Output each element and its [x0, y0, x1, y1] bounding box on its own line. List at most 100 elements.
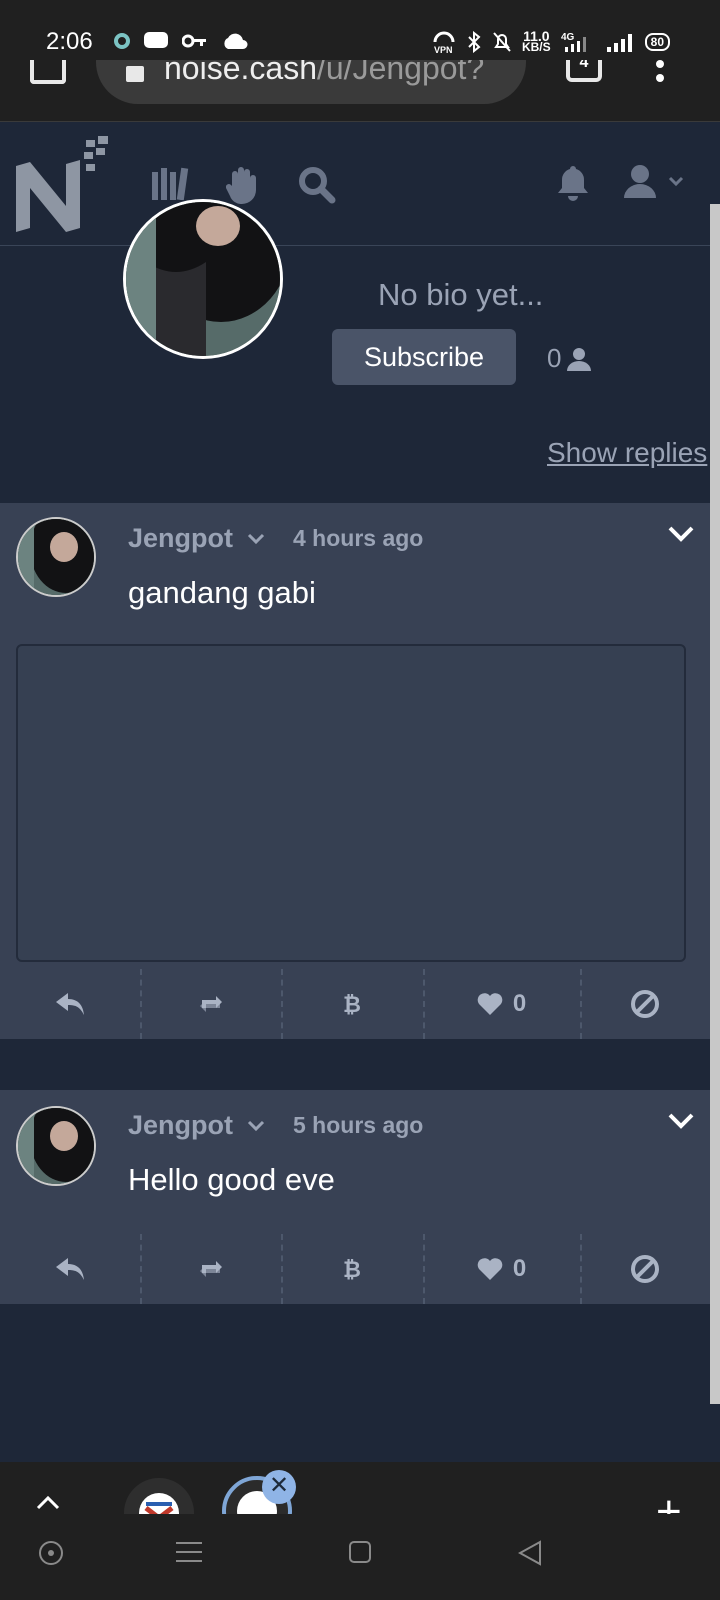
url-text[interactable]: noise.cash/u/Jengpot? [164, 60, 514, 87]
cloud-icon [224, 33, 248, 49]
notifications-icon[interactable] [556, 164, 590, 202]
like-button[interactable]: 0 [423, 969, 580, 1039]
svg-text:₿: ₿ [343, 993, 361, 1017]
chevron-down-icon [247, 1120, 265, 1131]
post-text: Hello good eve [128, 1162, 335, 1197]
tab-thumbnail[interactable] [124, 1478, 194, 1514]
ban-icon [631, 1255, 659, 1283]
post-author-avatar[interactable] [16, 1106, 96, 1186]
reply-button[interactable] [0, 969, 140, 1039]
post-card: Jengpot 4 hours ago gandang gabi ₿ 0 [0, 503, 710, 1039]
post-options-chevron-icon[interactable] [668, 525, 694, 543]
subscriber-count-value: 0 [547, 343, 562, 373]
heart-icon [477, 993, 503, 1015]
page-scrollbar[interactable] [710, 204, 720, 1404]
chat-notification-icon [144, 32, 168, 48]
tab-switcher-button[interactable]: 4 [566, 60, 602, 82]
system-nav-bar [0, 1514, 720, 1600]
show-replies-link[interactable]: Show replies [547, 437, 707, 469]
search-icon[interactable] [298, 166, 336, 204]
status-notification-icons [114, 32, 248, 50]
site-header [0, 122, 710, 246]
site-favicon-icon [139, 1493, 179, 1514]
account-menu-button[interactable] [624, 164, 688, 205]
signal-4g-icon: 4G [561, 32, 586, 52]
post-author-name: Jengpot [128, 1110, 233, 1140]
heart-icon [477, 1258, 503, 1280]
close-tab-button[interactable]: ✕ [262, 1470, 296, 1504]
tip-bitcoin-button[interactable]: ₿ [281, 1234, 423, 1304]
repost-button[interactable] [140, 969, 281, 1039]
home-button[interactable] [30, 60, 66, 84]
new-tab-button[interactable]: + [656, 1490, 682, 1515]
svg-text:VPN: VPN [434, 45, 453, 54]
network-speed: 11.0 KB/S [521, 28, 551, 54]
subscriber-count: 0 [547, 343, 592, 374]
subscribe-button[interactable]: Subscribe [332, 329, 516, 385]
ban-icon [631, 990, 659, 1018]
like-count: 0 [512, 990, 527, 1017]
reply-button[interactable] [0, 1234, 140, 1304]
profile-photo [126, 202, 280, 356]
browser-menu-button[interactable] [656, 60, 664, 84]
post-media-embed[interactable] [16, 644, 686, 962]
battery-indicator: 80 [644, 33, 670, 51]
chevron-up-icon[interactable] [36, 1496, 60, 1510]
browser-tab-strip: + [0, 1462, 720, 1514]
block-button[interactable] [580, 969, 710, 1039]
post-author-name: Jengpot [128, 523, 233, 553]
noise-logo-icon[interactable] [16, 136, 112, 232]
assistant-icon[interactable] [38, 1540, 64, 1566]
post-author-avatar[interactable] [16, 517, 96, 597]
profile-avatar [123, 199, 283, 359]
repost-button[interactable] [140, 1234, 281, 1304]
like-button[interactable]: 0 [423, 1234, 580, 1304]
post-options-chevron-icon[interactable] [668, 1112, 694, 1130]
back-triangle-icon[interactable] [518, 1540, 542, 1566]
hand-icon[interactable] [226, 166, 260, 204]
profile-section: No bio yet... Subscribe 0 Show replies [0, 199, 710, 503]
home-square-icon[interactable] [348, 1540, 372, 1564]
post-author[interactable]: Jengpot [128, 1110, 265, 1141]
bitcoin-icon: ₿ [343, 993, 361, 1017]
post-author[interactable]: Jengpot [128, 523, 265, 554]
signal-icon [606, 34, 632, 52]
repost-icon [199, 996, 222, 1012]
post-actions: ₿ 0 [0, 1234, 710, 1304]
key-icon [182, 34, 206, 48]
site-info-icon[interactable] [126, 66, 144, 82]
subscribers-icon [567, 347, 592, 371]
menu-icon[interactable] [176, 1540, 202, 1564]
circle-notification-icon [114, 33, 130, 49]
vpn-icon: VPN [433, 31, 455, 54]
post-timestamp[interactable]: 4 hours ago [293, 525, 423, 552]
avatar-photo [18, 519, 94, 595]
tip-bitcoin-button[interactable]: ₿ [281, 969, 423, 1039]
chevron-down-icon [247, 533, 265, 544]
profile-bio: No bio yet... [378, 277, 544, 312]
post-card: Jengpot 5 hours ago Hello good eve ₿ 0 [0, 1090, 710, 1304]
browser-toolbar: noise.cash/u/Jengpot? 4 [0, 60, 720, 122]
url-bar[interactable]: noise.cash/u/Jengpot? [96, 60, 526, 104]
block-button[interactable] [580, 1234, 710, 1304]
post-timestamp[interactable]: 5 hours ago [293, 1112, 423, 1139]
repost-icon [199, 1261, 222, 1277]
reply-icon [56, 1258, 84, 1280]
bell-off-icon [493, 32, 511, 52]
url-domain: noise.cash [164, 60, 317, 86]
bitcoin-icon: ₿ [343, 1258, 361, 1282]
post-actions: ₿ 0 [0, 969, 710, 1039]
user-icon [624, 165, 684, 198]
status-bar: 2:06 VPN 11.0 KB/S 4G 80 [0, 0, 720, 60]
status-time: 2:06 [46, 28, 93, 55]
status-right-icons: VPN 11.0 KB/S 4G 80 [432, 28, 670, 54]
post-text: gandang gabi [128, 575, 316, 610]
reply-icon [56, 993, 84, 1015]
svg-text:₿: ₿ [343, 1258, 361, 1282]
avatar-photo [18, 1108, 94, 1184]
url-path: /u/Jengpot? [316, 60, 485, 86]
library-icon[interactable] [152, 166, 190, 200]
svg-text:4G: 4G [561, 32, 575, 43]
like-count: 0 [512, 1255, 527, 1282]
bluetooth-icon [468, 31, 481, 53]
